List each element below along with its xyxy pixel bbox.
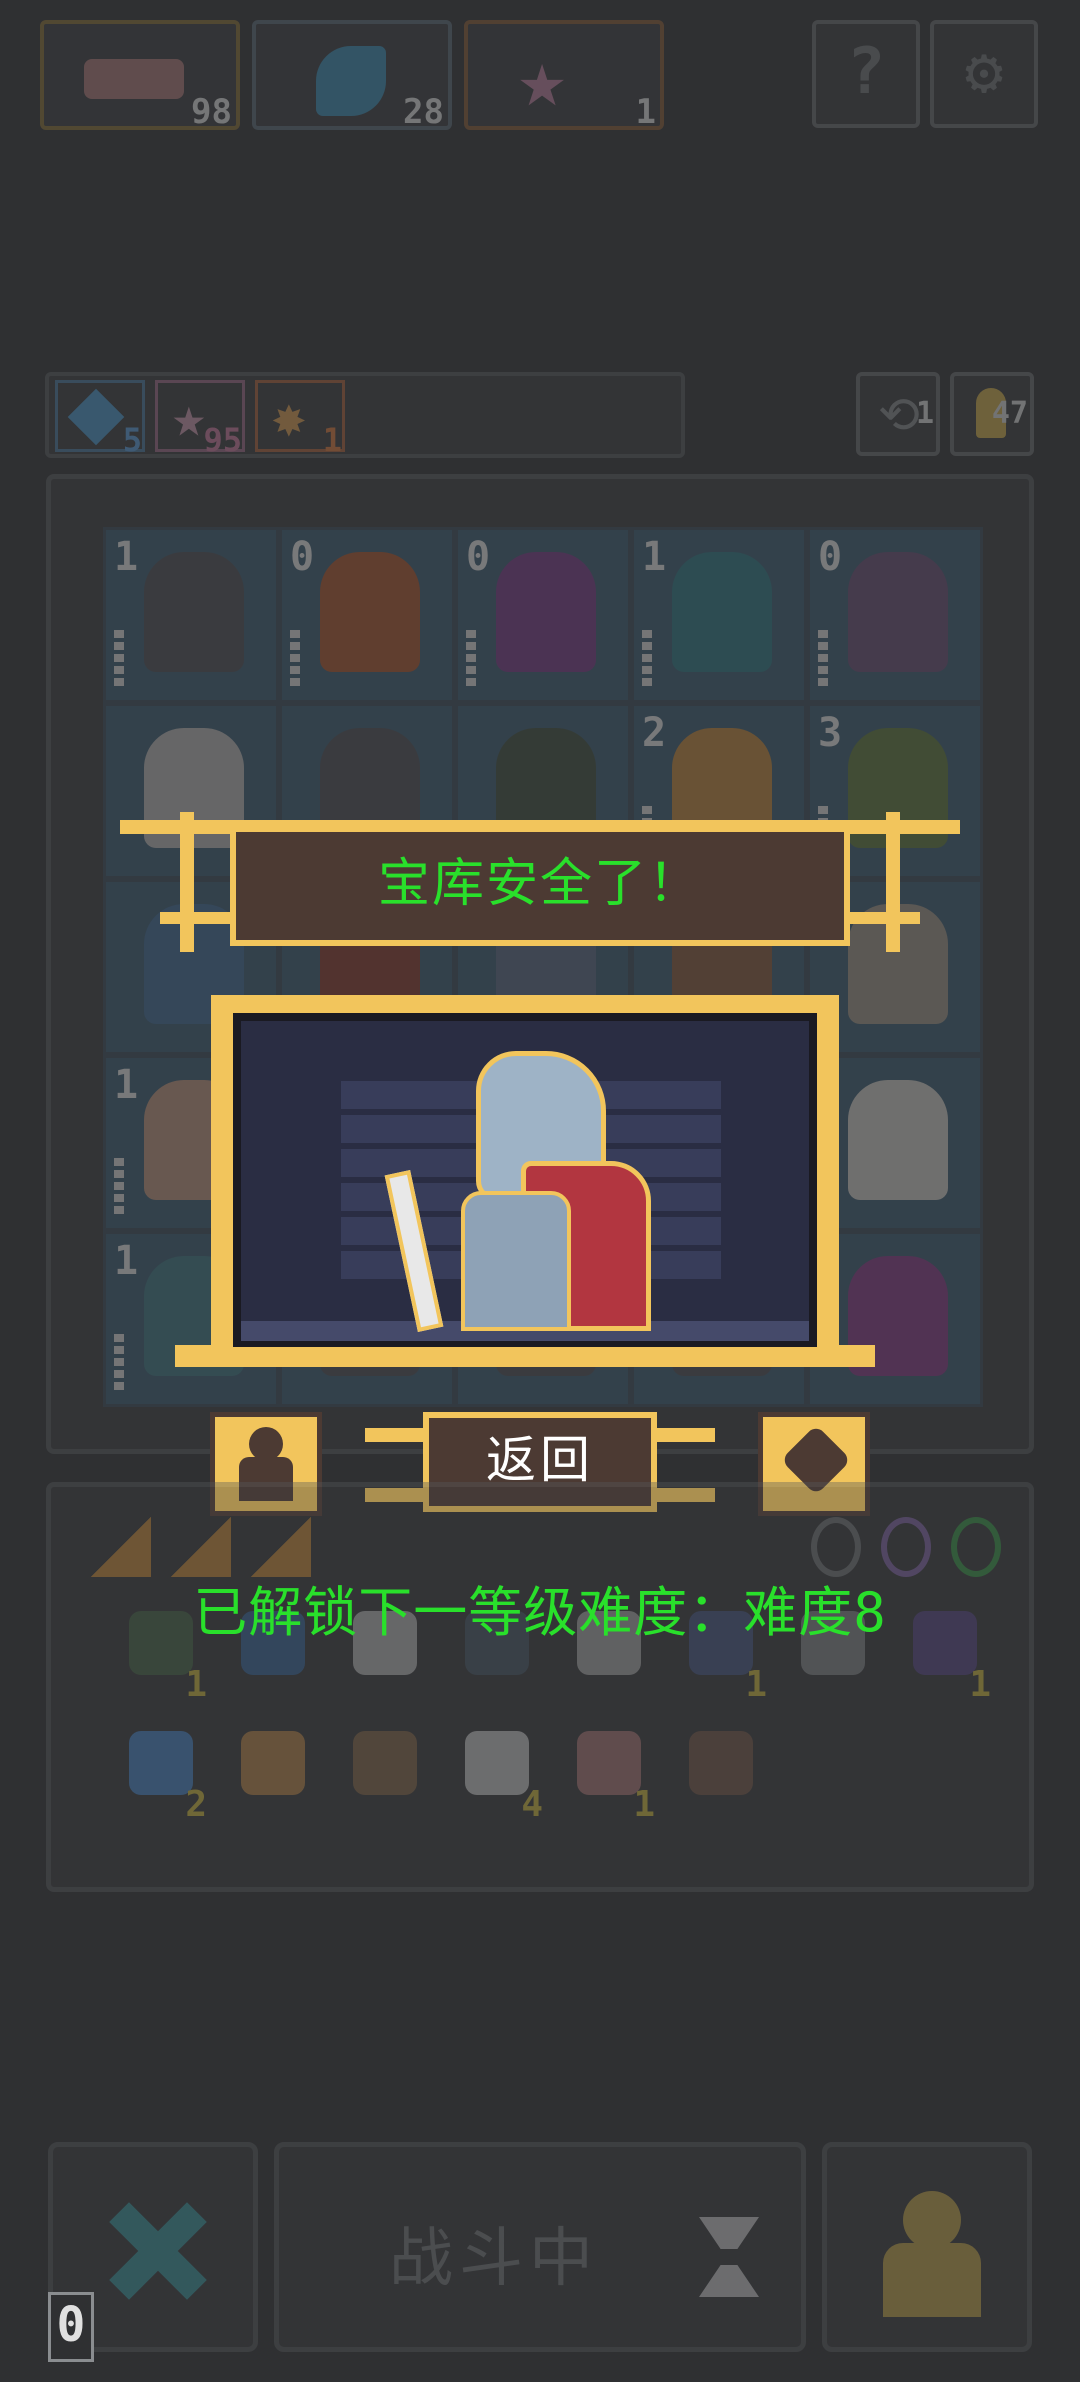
unit-level: 2 (642, 710, 667, 756)
unit-sprite (848, 552, 948, 672)
banner-post-left (180, 812, 194, 952)
unit-level: 1 (114, 534, 139, 580)
wood-plank-icon (84, 59, 184, 99)
inventory-item-count: 2 (185, 1784, 207, 1825)
resource-bar: 98 28 ★ 1 (40, 20, 670, 132)
frame-rail-top (211, 995, 839, 1015)
pink-star-icon: ★ (518, 32, 567, 125)
unit-level-bars (642, 630, 652, 690)
unit-level-bars (114, 1158, 124, 1218)
frame-rail-bottom (175, 1345, 875, 1367)
dice-icon (465, 1731, 529, 1795)
board-cell[interactable]: 0 (279, 527, 455, 703)
pawn-button[interactable] (822, 2142, 1032, 2352)
frame-post-right (817, 995, 839, 1365)
hero-frame (175, 995, 875, 1385)
unit-level-bars (114, 630, 124, 690)
resource-count: 1 (635, 92, 656, 132)
pawn-icon (903, 2191, 961, 2249)
refresh-count: 1 (915, 396, 934, 431)
help-button[interactable]: ? (812, 20, 920, 128)
inventory-item[interactable] (671, 1717, 771, 1825)
inventory-item[interactable] (223, 1717, 323, 1825)
unit-level-bars (290, 630, 300, 690)
orange-gem-icon: ✸ (272, 385, 306, 450)
gem-count: 1 (322, 421, 342, 459)
modal-title: 宝库安全了！ (230, 826, 850, 946)
blue-gem-icon (67, 388, 125, 446)
board-cell[interactable]: 1 (631, 527, 807, 703)
gem-bar: 5 ★ 95 ✸ 1 (45, 372, 685, 459)
resource-slot-feather[interactable]: 28 (252, 20, 452, 132)
pawn-icon (249, 1427, 283, 1461)
unit-level: 1 (642, 534, 667, 580)
knight-body (461, 1191, 571, 1331)
settings-button[interactable]: ⚙ (930, 20, 1038, 128)
resource-slot-wood[interactable]: 98 (40, 20, 240, 132)
hero-scene (233, 1013, 817, 1347)
crystal-icon (129, 1731, 193, 1795)
unit-sprite (496, 552, 596, 672)
battle-button[interactable]: 战斗中 (274, 2142, 806, 2352)
inventory-item[interactable]: 2 (111, 1717, 211, 1825)
gem-count: 5 (122, 421, 142, 459)
inventory-item[interactable]: 1 (559, 1717, 659, 1825)
unit-level-bars (114, 1334, 124, 1394)
hammer-icon (689, 1731, 753, 1795)
unit-sprite (144, 552, 244, 672)
question-icon: ? (846, 35, 886, 109)
unit-level: 1 (114, 1062, 139, 1108)
pink-gem-icon: ★ (172, 385, 206, 450)
knight-sword (384, 1170, 444, 1332)
inventory-item[interactable] (335, 1717, 435, 1825)
wood-plank-icon (577, 1731, 641, 1795)
unit-sprite (672, 552, 772, 672)
inventory-item[interactable]: 4 (447, 1717, 547, 1825)
frame-post-left (211, 995, 233, 1365)
inventory-item-count: 1 (745, 1664, 767, 1705)
armored-knight-sprite (384, 1051, 651, 1332)
key-button[interactable]: 47 (950, 372, 1034, 456)
unlock-message: 已解锁下一等级难度：难度8 (193, 1581, 887, 1644)
pawn-icon-base (883, 2243, 981, 2317)
unit-sprite (320, 552, 420, 672)
key-count: 47 (991, 396, 1028, 431)
gear-icon: ⚙ (964, 35, 1004, 109)
board-cell[interactable]: 0 (455, 527, 631, 703)
unit-level: 0 (466, 534, 491, 580)
refresh-icon: ⟲ (878, 386, 920, 444)
unit-level: 0 (290, 534, 315, 580)
inventory-item-count: 4 (521, 1784, 543, 1825)
ship-icon (241, 1731, 305, 1795)
inventory-panel: 1 1 1 2 4 1 (46, 1482, 1034, 1892)
refresh-button[interactable]: ⟲ 1 (856, 372, 940, 456)
unit-level: 0 (818, 534, 843, 580)
unit-level: 1 (114, 1238, 139, 1284)
board-cell[interactable]: 0 (807, 527, 983, 703)
gem-slot-orange: ✸ 1 (255, 380, 345, 459)
cancel-count: 0 (48, 2292, 94, 2362)
gem-slot-blue: 5 (55, 380, 145, 459)
gem-count: 95 (203, 421, 242, 459)
resource-count: 28 (403, 92, 444, 132)
battle-label: 战斗中 (389, 2222, 599, 2296)
banner-post-right (886, 812, 900, 952)
hourglass-icon (699, 2217, 759, 2297)
resource-slot-star[interactable]: ★ 1 (464, 20, 664, 132)
inventory-item-count: 1 (969, 1664, 991, 1705)
resource-count: 98 (191, 92, 232, 132)
inventory-item-count: 1 (633, 1784, 655, 1825)
pickaxe-icon (353, 1731, 417, 1795)
inventory-item-count: 1 (185, 1664, 207, 1705)
unit-level: 3 (818, 710, 843, 756)
board-cell[interactable]: 1 (103, 527, 279, 703)
gem-slot-pink: ★ 95 (155, 380, 245, 459)
unit-level-bars (818, 630, 828, 690)
blue-feather-icon (316, 46, 386, 116)
unit-level-bars (466, 630, 476, 690)
modal-title-banner: 宝库安全了！ (120, 812, 960, 952)
